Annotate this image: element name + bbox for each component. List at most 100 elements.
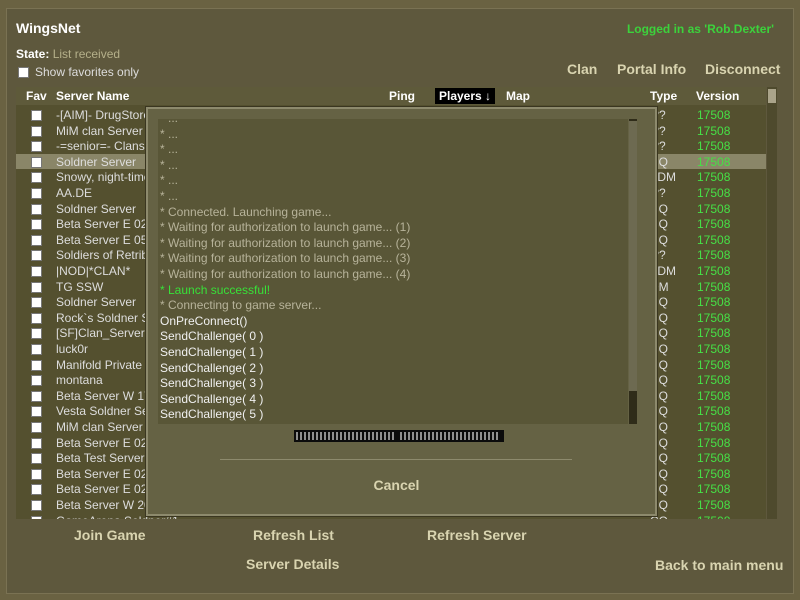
favorite-checkbox[interactable]	[31, 406, 42, 418]
server-list-scrollbar[interactable]	[767, 87, 777, 519]
scrollbar-thumb[interactable]	[768, 89, 776, 103]
server-version: 17508	[697, 420, 731, 434]
app-title: WingsNet	[16, 20, 81, 36]
dialog-divider	[220, 459, 572, 460]
server-name: montana	[56, 373, 103, 388]
col-version[interactable]: Version	[696, 89, 739, 103]
log-line: SendChallenge( 2 )	[160, 360, 264, 375]
favorite-checkbox[interactable]	[31, 468, 42, 480]
progress-segment	[492, 432, 494, 440]
server-version: 17508	[697, 514, 730, 519]
favorite-checkbox[interactable]	[31, 172, 42, 184]
server-name: Rock`s Soldner S	[56, 310, 150, 325]
favorite-checkbox[interactable]	[31, 234, 42, 246]
favorite-checkbox[interactable]	[31, 312, 42, 324]
server-details-button[interactable]: Server Details	[246, 556, 339, 572]
server-name: luck0r	[56, 342, 89, 356]
server-name: [SF]Clan_Server	[56, 326, 145, 341]
back-to-main-menu-button[interactable]: Back to main menu	[655, 557, 783, 573]
favorite-checkbox[interactable]	[31, 250, 42, 262]
server-version: 17508	[697, 388, 731, 403]
server-version: 17508	[697, 498, 731, 512]
favorite-checkbox[interactable]	[31, 453, 42, 465]
log-line: SendChallenge( 5 )	[160, 407, 264, 422]
favorite-checkbox[interactable]	[31, 203, 42, 215]
progress-segment	[428, 432, 430, 440]
progress-segment	[356, 432, 358, 440]
progress-segment	[488, 432, 490, 440]
favorite-checkbox[interactable]	[31, 422, 42, 433]
favorite-checkbox[interactable]	[31, 484, 42, 496]
favorite-checkbox[interactable]	[31, 266, 42, 277]
progress-segment	[360, 432, 362, 440]
favorite-checkbox[interactable]	[31, 375, 42, 387]
server-version: 17508	[697, 139, 731, 154]
favorite-checkbox[interactable]	[31, 359, 42, 371]
col-players[interactable]: Players ↓	[435, 88, 496, 104]
progress-segment	[392, 432, 394, 440]
progress-segment	[436, 432, 438, 440]
server-version: 17508	[697, 404, 731, 419]
favorite-checkbox[interactable]	[31, 219, 42, 231]
favorite-checkbox[interactable]	[31, 344, 42, 355]
log-line: OnPreConnect()	[160, 313, 248, 328]
favorites-toggle[interactable]: Show favorites only	[18, 65, 139, 79]
disconnect-link[interactable]: Disconnect	[705, 61, 780, 77]
server-version: 17508	[697, 248, 731, 263]
favorite-checkbox[interactable]	[31, 281, 42, 293]
server-version: 17508	[697, 201, 731, 216]
server-version: 17508	[697, 295, 731, 310]
favorite-checkbox[interactable]	[31, 328, 42, 340]
server-name: Snowy, night-time	[56, 170, 151, 185]
progress-segment	[388, 432, 390, 440]
state-value: List received	[52, 47, 121, 61]
sort-down-icon: ↓	[485, 89, 492, 103]
cancel-button[interactable]: Cancel	[148, 477, 645, 493]
progress-segment	[332, 432, 334, 440]
favorite-checkbox[interactable]	[31, 390, 42, 402]
progress-segment	[312, 432, 314, 440]
log-line: * ...	[160, 126, 179, 141]
favorite-checkbox[interactable]	[31, 110, 42, 121]
progress-segment	[368, 432, 370, 440]
refresh-list-button[interactable]: Refresh List	[253, 527, 334, 543]
log-line: * Launch successful!	[160, 282, 271, 297]
server-name: Beta Server E 025	[56, 466, 155, 481]
log-line: * Connected. Launching game...	[160, 204, 332, 219]
server-version: 17508	[697, 357, 731, 372]
log-line: SendChallenge( 1 )	[160, 345, 264, 359]
favorite-checkbox[interactable]	[31, 156, 42, 168]
server-version: 17508	[697, 373, 731, 388]
join-game-button[interactable]: Join Game	[74, 527, 146, 543]
log-scrollbar-thumb[interactable]	[629, 121, 637, 391]
server-name: -=senior=- Clanse	[56, 139, 152, 154]
server-name: Vesta Soldner Ser	[56, 404, 153, 419]
progress-segment	[420, 432, 422, 440]
clan-link[interactable]: Clan	[567, 61, 597, 77]
favorite-checkbox[interactable]	[31, 500, 42, 511]
favorite-checkbox[interactable]	[31, 125, 42, 137]
server-list-header: Fav Server Name Ping Players ↓ Map Type …	[16, 87, 766, 105]
progress-segment	[320, 432, 322, 440]
progress-segment	[476, 432, 478, 440]
col-fav[interactable]: Fav	[26, 89, 47, 103]
col-map[interactable]: Map	[506, 89, 530, 103]
col-type[interactable]: Type	[650, 89, 677, 103]
portal-info-link[interactable]: Portal Info	[617, 61, 686, 77]
progress-segment	[376, 432, 378, 440]
favorite-checkbox[interactable]	[31, 188, 42, 199]
progress-segment	[484, 432, 486, 440]
col-ping[interactable]: Ping	[389, 89, 415, 103]
log-scrollbar[interactable]	[629, 119, 637, 424]
favorites-checkbox[interactable]	[18, 66, 29, 78]
refresh-server-button[interactable]: Refresh Server	[427, 527, 527, 543]
col-server-name[interactable]: Server Name	[56, 89, 129, 103]
favorite-checkbox[interactable]	[31, 141, 42, 153]
server-version: 17508	[697, 435, 731, 450]
server-name: Beta Server E 05	[56, 232, 148, 247]
server-version: 17508	[697, 186, 731, 200]
favorite-checkbox[interactable]	[31, 297, 42, 309]
favorite-checkbox[interactable]	[31, 437, 42, 449]
server-name: Beta Test Server	[56, 451, 145, 466]
favorite-checkbox[interactable]	[31, 515, 42, 519]
